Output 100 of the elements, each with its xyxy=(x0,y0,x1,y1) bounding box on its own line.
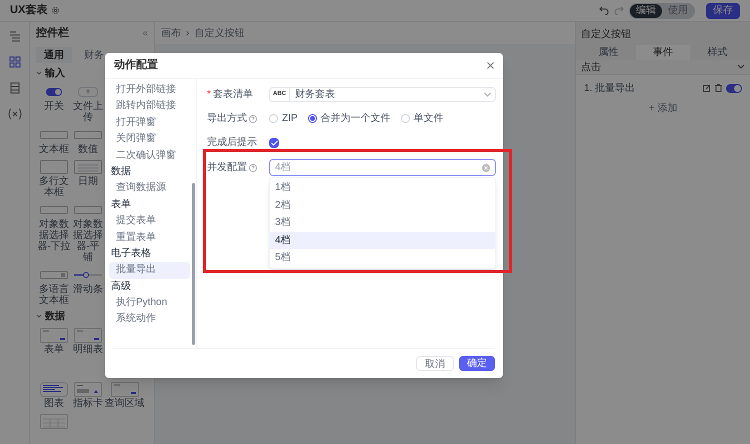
grid-icon[interactable] xyxy=(8,56,20,68)
control-label[interactable]: 文本框 xyxy=(39,144,69,155)
radio-button[interactable] xyxy=(308,114,317,123)
field-label: 完成后提示 xyxy=(207,136,258,150)
grid-thumbnail xyxy=(40,414,68,428)
form-thumbnail xyxy=(74,328,102,342)
chart-thumbnail xyxy=(40,382,68,396)
add-button[interactable]: + 添加 xyxy=(648,101,678,116)
chevron-icon xyxy=(484,92,491,97)
control-label[interactable]: 对象数据选择器-下拉 xyxy=(36,219,72,252)
section-title: 数据 xyxy=(45,310,65,324)
control-label[interactable]: 多语言文本框 xyxy=(36,284,72,306)
radio-label[interactable]: ZIP xyxy=(282,111,298,126)
inspector-tab[interactable]: 属性 xyxy=(581,45,636,60)
action-item[interactable]: 系统动作 xyxy=(109,311,190,328)
inspector-tab[interactable]: 事件 xyxy=(636,45,690,60)
control-label[interactable]: 数值 xyxy=(78,144,98,155)
action-label: 1. 批量导出 xyxy=(584,82,636,96)
dropdown-option[interactable]: 5档 xyxy=(270,249,495,266)
control-label[interactable]: 文件上传 xyxy=(72,101,104,123)
breadcrumb-current: 自定义按钮 xyxy=(194,26,244,40)
chevron-icon[interactable] xyxy=(36,70,42,76)
breadcrumb-link[interactable]: 画布 xyxy=(161,26,181,40)
control-label[interactable]: 查询区域 xyxy=(104,398,144,409)
field-thumbnail xyxy=(40,160,68,174)
action-group-title: 高级 xyxy=(110,280,132,294)
panel-tab[interactable]: 通用 xyxy=(36,47,72,63)
clear-icon[interactable] xyxy=(482,164,490,172)
action-item[interactable]: 提交表单 xyxy=(109,213,190,230)
confirm-button[interactable]: 确定 xyxy=(459,356,495,371)
field-thumbnail xyxy=(74,131,102,139)
save-button[interactable]: 保存 xyxy=(706,2,740,18)
inspector-tab[interactable]: 样式 xyxy=(690,45,746,60)
field-thumbnail xyxy=(74,206,102,214)
layers-icon[interactable] xyxy=(8,30,20,42)
field-thumbnail xyxy=(74,160,102,174)
field-thumbnail xyxy=(40,206,68,214)
breadcrumb-separator: › xyxy=(186,26,190,40)
field-label: 套表清单 xyxy=(212,88,253,102)
control-label[interactable]: 图表 xyxy=(44,398,64,409)
action-item[interactable]: 跳转内部链接 xyxy=(109,98,190,115)
radio-label[interactable]: 合并为一个文件 xyxy=(320,111,391,126)
scrollbar-thumb[interactable] xyxy=(192,183,195,345)
form-thumbnail xyxy=(40,328,68,342)
action-group-title: 电子表格 xyxy=(110,246,152,261)
action-item[interactable]: 二次确认弹窗 xyxy=(109,148,190,164)
control-label[interactable]: 多行文本框 xyxy=(36,176,72,198)
action-group-title: 表单 xyxy=(110,198,132,212)
control-label[interactable]: 明细表 xyxy=(73,344,103,355)
action-item[interactable]: 执行Python xyxy=(109,295,190,312)
database-icon[interactable] xyxy=(8,82,20,94)
cancel-button[interactable]: 取消 xyxy=(416,356,454,371)
section-title: 输入 xyxy=(45,66,65,80)
control-label[interactable]: 日期 xyxy=(78,176,98,187)
help-icon[interactable] xyxy=(249,164,257,172)
settings-icon[interactable] xyxy=(51,6,60,15)
dialog-title: 动作配置 xyxy=(114,58,158,74)
control-label[interactable]: 指标卡 xyxy=(73,398,103,409)
event-name: 点击 xyxy=(581,60,601,74)
control-label[interactable]: 对象数据选择器-平铺 xyxy=(72,219,104,263)
mode-option[interactable]: 编辑 xyxy=(630,4,662,18)
action-item[interactable]: 打开弹窗 xyxy=(109,114,190,132)
field-thumbnail xyxy=(40,271,68,279)
panel-title: 控件栏 xyxy=(36,26,69,41)
inspector-title: 自定义按钮 xyxy=(581,28,632,42)
slider-thumbnail xyxy=(74,271,102,279)
radio-label[interactable]: 单文件 xyxy=(414,111,444,126)
control-label[interactable]: 开关 xyxy=(44,101,64,112)
required-mark: * xyxy=(207,88,211,102)
concurrency-select[interactable]: 4档 xyxy=(269,159,496,176)
app-title: UX套表 xyxy=(10,2,48,18)
form-thumbnail xyxy=(110,382,138,396)
field-label: 并发配置 xyxy=(207,159,269,176)
control-label[interactable]: 表单 xyxy=(44,344,64,355)
action-item[interactable]: 打开外部链接 xyxy=(109,82,190,98)
dropdown-option[interactable]: 2档 xyxy=(270,196,495,214)
field-label: 导出方式 xyxy=(207,111,269,126)
chevron-icon[interactable] xyxy=(36,313,42,319)
panel-tab[interactable]: 财务 xyxy=(76,47,112,63)
dropdown-option[interactable]: 4档 xyxy=(270,232,495,249)
action-item[interactable]: 重置表单 xyxy=(109,230,190,246)
close-icon[interactable] xyxy=(487,62,494,69)
help-icon[interactable] xyxy=(249,114,257,122)
action-item[interactable]: 批量导出 xyxy=(109,262,190,279)
action-item[interactable]: 查询数据源 xyxy=(109,180,190,197)
control-label[interactable]: 滑动条 xyxy=(73,284,103,295)
upload-thumbnail xyxy=(78,87,98,97)
checkbox[interactable] xyxy=(269,138,279,148)
variable-icon[interactable] xyxy=(8,108,22,120)
dropdown-option[interactable]: 1档 xyxy=(270,179,495,196)
event-header[interactable]: 点击 xyxy=(576,60,750,75)
edit-icon[interactable] xyxy=(703,84,711,92)
undo-icon[interactable] xyxy=(599,6,609,15)
toggle-switch[interactable] xyxy=(726,84,742,92)
delete-icon[interactable] xyxy=(715,84,722,92)
field-thumbnail xyxy=(40,131,68,139)
dropdown-option[interactable]: 3档 xyxy=(270,214,495,232)
switch-thumbnail xyxy=(46,88,62,96)
action-item[interactable]: 关闭弹窗 xyxy=(109,131,190,148)
chevron-icon[interactable] xyxy=(737,64,745,70)
